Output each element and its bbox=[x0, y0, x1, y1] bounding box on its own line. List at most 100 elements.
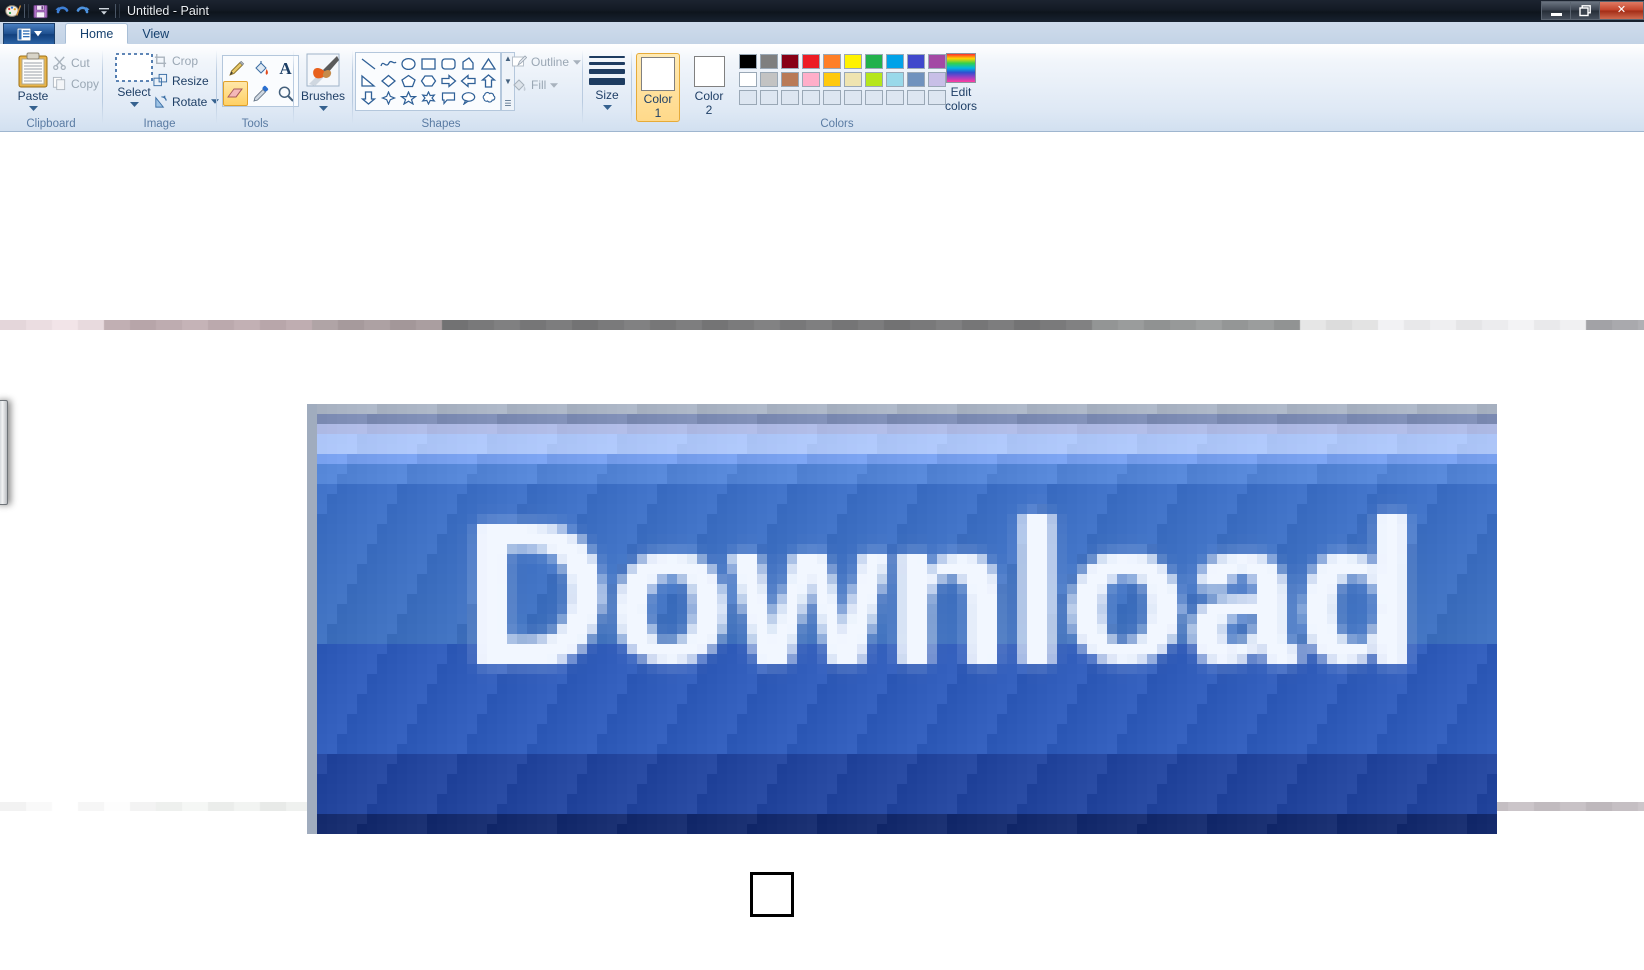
copy-icon bbox=[52, 76, 66, 91]
color-swatch-r3-c1[interactable] bbox=[739, 90, 757, 105]
oval-shape[interactable] bbox=[398, 55, 418, 72]
color-swatch-r2-c5[interactable] bbox=[823, 72, 841, 87]
four-point-star-shape[interactable] bbox=[378, 89, 398, 106]
right-triangle-shape[interactable] bbox=[358, 72, 378, 89]
save-icon[interactable] bbox=[31, 2, 50, 21]
diamond-shape[interactable] bbox=[378, 72, 398, 89]
color-swatch-r2-c4[interactable] bbox=[802, 72, 820, 87]
color-2-button[interactable]: Color 2 bbox=[687, 56, 731, 117]
scrollbar-thumb-remnant[interactable] bbox=[0, 400, 8, 505]
pentagon-shape[interactable] bbox=[398, 72, 418, 89]
color-swatch-r3-c3[interactable] bbox=[781, 90, 799, 105]
redo-icon[interactable] bbox=[73, 2, 92, 21]
color-swatch-r1-c5[interactable] bbox=[823, 54, 841, 69]
eraser-tool[interactable] bbox=[223, 81, 248, 106]
cut-button[interactable]: Cut bbox=[52, 55, 90, 70]
color-swatch-r1-c6[interactable] bbox=[844, 54, 862, 69]
copy-button[interactable]: Copy bbox=[52, 76, 99, 91]
color-swatch-r3-c9[interactable] bbox=[907, 90, 925, 105]
tab-home[interactable]: Home bbox=[65, 23, 129, 44]
color-1-button[interactable]: Color 1 bbox=[636, 53, 680, 122]
color-swatch-r2-c9[interactable] bbox=[907, 72, 925, 87]
color-swatch-r3-c6[interactable] bbox=[844, 90, 862, 105]
minimize-button[interactable] bbox=[1541, 1, 1570, 20]
crop-button[interactable]: Crop bbox=[153, 53, 198, 68]
close-button[interactable]: ✕ bbox=[1599, 1, 1644, 20]
maximize-button[interactable] bbox=[1570, 1, 1599, 20]
rounded-callout-shape[interactable] bbox=[438, 89, 458, 106]
color-swatch-r3-c4[interactable] bbox=[802, 90, 820, 105]
triangle-shape[interactable] bbox=[478, 55, 498, 72]
window-controls[interactable]: ✕ bbox=[1541, 0, 1644, 21]
color-swatch-r2-c1[interactable] bbox=[739, 72, 757, 87]
left-arrow-shape[interactable] bbox=[458, 72, 478, 89]
color-swatch-r1-c7[interactable] bbox=[865, 54, 883, 69]
quick-access-toolbar[interactable] bbox=[0, 0, 120, 22]
color-swatch-r1-c3[interactable] bbox=[781, 54, 799, 69]
up-arrow-shape[interactable] bbox=[478, 72, 498, 89]
brushes-button[interactable]: Brushes bbox=[299, 52, 347, 111]
cloud-callout-shape[interactable] bbox=[478, 89, 498, 106]
color-1-label-line1: Color bbox=[643, 92, 673, 106]
line-shape[interactable] bbox=[358, 55, 378, 72]
resize-icon bbox=[153, 73, 168, 87]
color-swatch-r3-c8[interactable] bbox=[886, 90, 904, 105]
down-arrow-shape[interactable] bbox=[358, 89, 378, 106]
color-swatch-r1-c8[interactable] bbox=[886, 54, 904, 69]
pencil-tool[interactable] bbox=[223, 56, 248, 81]
tools-palette[interactable]: A bbox=[222, 55, 299, 107]
color-swatch-r3-c5[interactable] bbox=[823, 90, 841, 105]
color-palette[interactable] bbox=[738, 53, 948, 107]
polygon-shape[interactable] bbox=[458, 55, 478, 72]
color-swatch-r2-c3[interactable] bbox=[781, 72, 799, 87]
tab-view[interactable]: View bbox=[128, 23, 183, 44]
color-swatch-r2-c6[interactable] bbox=[844, 72, 862, 87]
shapes-expand-gallery-icon[interactable]: ☰ bbox=[504, 100, 511, 108]
color-swatch-r1-c2[interactable] bbox=[760, 54, 778, 69]
crop-icon bbox=[154, 53, 167, 68]
hexagon-shape[interactable] bbox=[418, 72, 438, 89]
color-swatch-r3-c2[interactable] bbox=[760, 90, 778, 105]
oval-callout-shape[interactable] bbox=[458, 89, 478, 106]
customize-qat-icon[interactable] bbox=[94, 2, 113, 21]
color-1-swatch bbox=[641, 57, 675, 91]
fill-button[interactable]: Fill bbox=[511, 77, 559, 93]
group-label-image: Image bbox=[143, 118, 176, 130]
color-swatch-r3-c7[interactable] bbox=[865, 90, 883, 105]
select-label: Select bbox=[117, 85, 151, 99]
qat-separator-1 bbox=[24, 4, 29, 18]
rectangle-shape[interactable] bbox=[418, 55, 438, 72]
color-swatch-r2-c2[interactable] bbox=[760, 72, 778, 87]
color-swatch-r1-c9[interactable] bbox=[907, 54, 925, 69]
rotate-button[interactable]: Rotate bbox=[153, 94, 220, 109]
eyedropper-icon bbox=[252, 85, 268, 102]
undo-icon[interactable] bbox=[52, 2, 71, 21]
color-picker-tool[interactable] bbox=[248, 81, 273, 106]
paste-button[interactable]: Paste bbox=[10, 52, 56, 111]
right-arrow-shape[interactable] bbox=[438, 72, 458, 89]
color-swatch-r1-c1[interactable] bbox=[739, 54, 757, 69]
six-point-star-shape[interactable] bbox=[418, 89, 438, 106]
select-button[interactable]: Select bbox=[109, 52, 159, 107]
curve-shape[interactable] bbox=[378, 55, 398, 72]
color-swatch-r1-c4[interactable] bbox=[802, 54, 820, 69]
color-swatch-r2-c8[interactable] bbox=[886, 72, 904, 87]
paint-app-icon[interactable] bbox=[3, 2, 22, 21]
shapes-gallery[interactable] bbox=[355, 52, 501, 111]
fill-with-color-tool[interactable] bbox=[248, 56, 273, 81]
download-button-image[interactable] bbox=[307, 404, 1497, 834]
outline-button[interactable]: Outline bbox=[511, 54, 582, 70]
ribbon-group-image: Select Crop Resize Rotate Image bbox=[103, 44, 220, 132]
image-top-pixel-strip bbox=[0, 320, 1644, 330]
black-outlined-square[interactable] bbox=[750, 872, 794, 917]
five-point-star-shape[interactable] bbox=[398, 89, 418, 106]
rounded-rectangle-shape[interactable] bbox=[438, 55, 458, 72]
rotate-label: Rotate bbox=[172, 94, 208, 109]
resize-button[interactable]: Resize bbox=[153, 73, 209, 88]
canvas-area[interactable] bbox=[0, 132, 1644, 970]
paint-menu-button[interactable] bbox=[3, 23, 55, 44]
edit-colors-button[interactable]: Edit colors bbox=[940, 53, 982, 113]
size-button[interactable]: Size bbox=[586, 54, 628, 110]
color-swatch-r2-c7[interactable] bbox=[865, 72, 883, 87]
clipboard-icon bbox=[18, 52, 48, 88]
